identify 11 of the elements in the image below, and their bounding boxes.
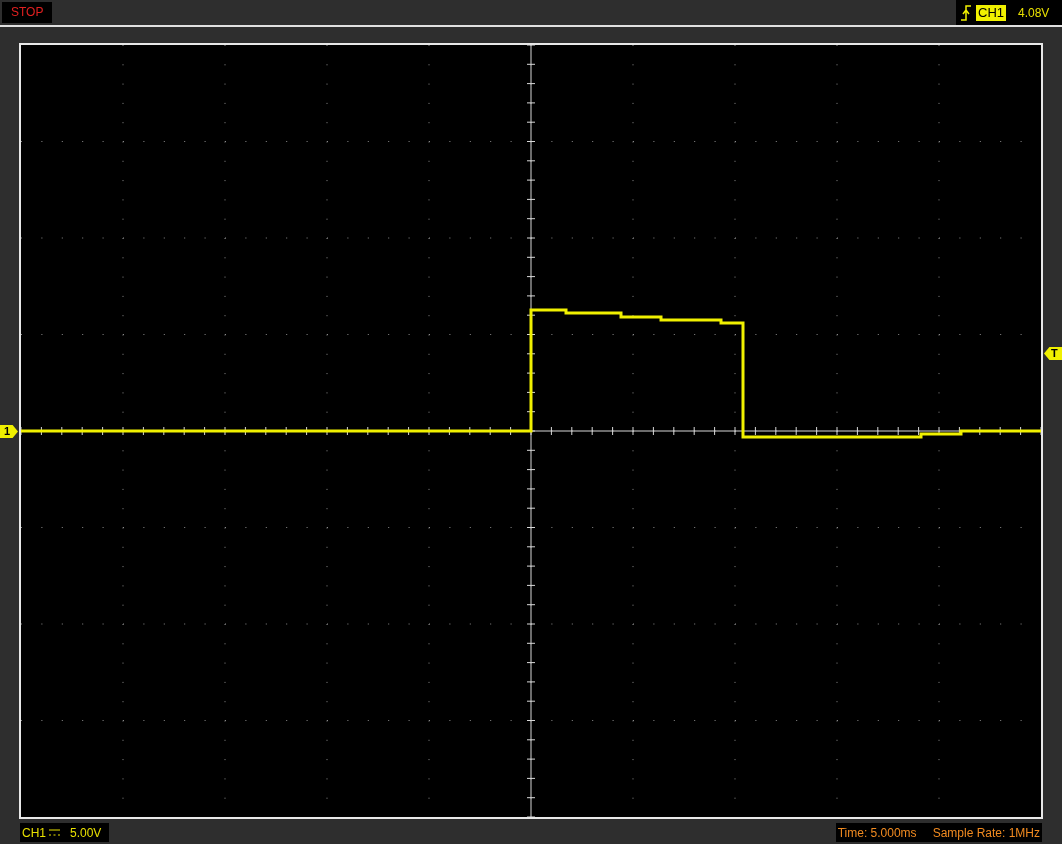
channel-label: CH1: [22, 825, 46, 840]
dc-coupling-icon: [49, 829, 60, 836]
trigger-level-value: 4.08V: [1018, 5, 1050, 20]
rising-edge-icon: [960, 3, 972, 22]
run-state-label: STOP: [2, 2, 53, 23]
sample-rate-value: Sample Rate: 1MHz: [932, 825, 1040, 840]
volts-per-div-value: 5.00V: [70, 825, 102, 840]
timebase-value: Time: 5.000ms: [837, 825, 917, 840]
channel-marker[interactable]: 1: [0, 425, 18, 438]
trigger-marker[interactable]: T: [1044, 347, 1062, 360]
trigger-channel-label: CH1: [976, 4, 1006, 21]
